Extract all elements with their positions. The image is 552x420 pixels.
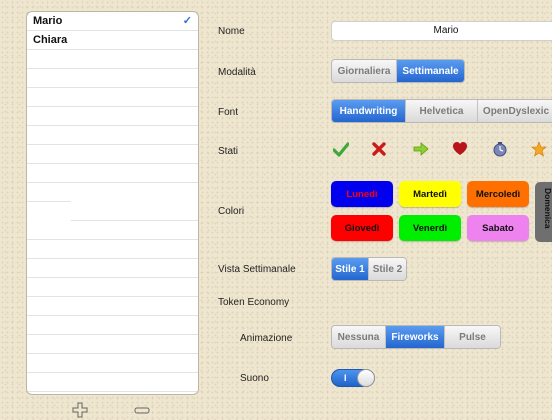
check-icon[interactable] (332, 141, 350, 160)
weekly-view-label: Vista Settimanale (218, 264, 296, 275)
empty-row (27, 50, 198, 69)
switch-knob (357, 369, 375, 387)
animation-option-none[interactable]: Nessuna (332, 326, 386, 348)
add-user-icon[interactable] (72, 402, 88, 420)
empty-row (27, 354, 198, 373)
mode-option-weekly[interactable]: Settimanale (397, 60, 464, 82)
sound-label: Suono (240, 373, 269, 384)
mode-label: Modalità (218, 67, 256, 78)
empty-row (27, 183, 198, 202)
empty-row (27, 202, 198, 221)
user-name: Mario (33, 15, 63, 27)
mode-segmented-control: Giornaliera Settimanale (331, 59, 465, 83)
empty-row (27, 145, 198, 164)
token-economy-label: Token Economy (218, 297, 290, 308)
font-segmented-control: Handwriting Helvetica OpenDyslexic (331, 99, 552, 123)
checkmark-icon: ✓ (182, 15, 192, 27)
clock-icon[interactable] (492, 141, 508, 160)
empty-row (27, 373, 198, 392)
list-toolbar (0, 398, 220, 420)
weekly-view-style-1[interactable]: Stile 1 (332, 258, 369, 280)
empty-row (27, 278, 198, 297)
color-thursday-button[interactable]: Giovedì (331, 215, 393, 241)
empty-row (27, 297, 198, 316)
empty-row (27, 107, 198, 126)
empty-row (27, 88, 198, 107)
animation-label: Animazione (240, 333, 293, 344)
empty-row (27, 316, 198, 335)
user-name: Chiara (33, 34, 68, 46)
user-list: Mario ✓ Chiara (26, 11, 199, 395)
animation-option-fireworks[interactable]: Fireworks (386, 326, 445, 348)
color-friday-button[interactable]: Venerdì (399, 215, 461, 241)
arrow-right-icon[interactable] (413, 141, 429, 160)
empty-row (27, 164, 198, 183)
color-wednesday-button[interactable]: Mercoledì (467, 181, 529, 207)
font-option-helvetica[interactable]: Helvetica (406, 100, 478, 122)
animation-segmented-control: Nessuna Fireworks Pulse (331, 325, 501, 349)
colors-label: Colori (218, 206, 245, 217)
font-label: Font (218, 107, 239, 118)
switch-on-text: I (344, 373, 347, 383)
color-sunday-button[interactable]: Domenica (535, 182, 552, 242)
color-tuesday-button[interactable]: Martedì (399, 181, 461, 207)
name-input[interactable]: Mario (331, 21, 552, 41)
star-icon[interactable] (531, 141, 547, 160)
empty-row (27, 240, 198, 259)
empty-row (27, 221, 198, 240)
user-row-chiara[interactable]: Chiara (27, 31, 198, 50)
font-option-opendyslexic[interactable]: OpenDyslexic (478, 100, 552, 122)
empty-row (27, 126, 198, 145)
sound-toggle[interactable]: I (331, 369, 375, 387)
delete-user-icon[interactable] (134, 402, 150, 420)
weekly-view-style-2[interactable]: Stile 2 (369, 258, 406, 280)
weekly-view-segmented-control: Stile 1 Stile 2 (331, 257, 407, 281)
empty-row (27, 69, 198, 88)
states-label: Stati (218, 146, 239, 157)
animation-option-pulse[interactable]: Pulse (445, 326, 500, 348)
font-option-handwriting[interactable]: Handwriting (332, 100, 406, 122)
user-row-mario[interactable]: Mario ✓ (27, 12, 198, 31)
name-label: Nome (218, 26, 245, 37)
cross-icon[interactable] (371, 141, 387, 160)
mode-option-daily[interactable]: Giornaliera (332, 60, 397, 82)
color-monday-button[interactable]: Lunedì (331, 181, 393, 207)
empty-row (27, 335, 198, 354)
heart-icon[interactable] (452, 141, 468, 160)
color-saturday-button[interactable]: Sabato (467, 215, 529, 241)
empty-row (27, 259, 198, 278)
